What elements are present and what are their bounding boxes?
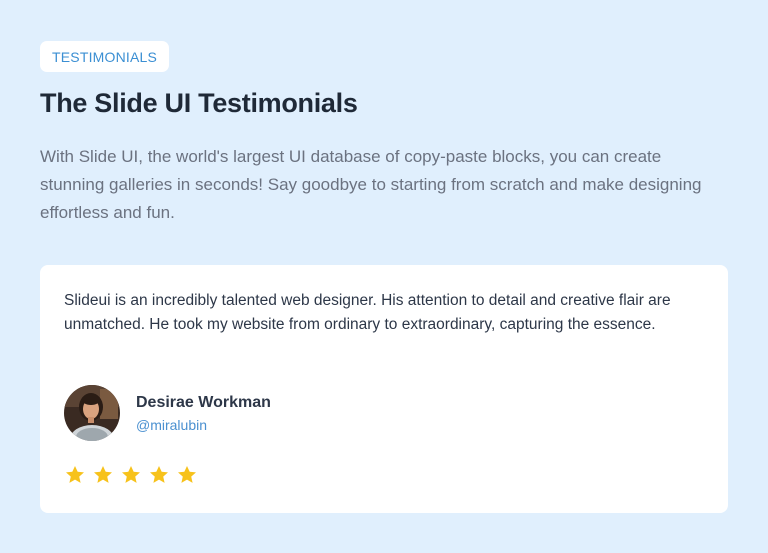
- star-icon: [94, 466, 112, 483]
- star-rating: [64, 464, 198, 486]
- avatar-photo-icon: [64, 385, 120, 441]
- section-badge: TESTIMONIALS: [40, 41, 170, 72]
- star-icon: [66, 466, 84, 483]
- testimonials-section: TESTIMONIALS The Slide UI Testimonials W…: [0, 0, 768, 553]
- author-name: Desirae Workman: [136, 394, 271, 411]
- author-handle[interactable]: @miralubin: [136, 417, 207, 433]
- star-icon: [150, 466, 168, 483]
- star-icon: [178, 466, 196, 483]
- star-icon: [122, 466, 140, 483]
- testimonial-card: Slideui is an incredibly talented web de…: [40, 265, 728, 513]
- section-description: With Slide UI, the world's largest UI da…: [40, 147, 702, 222]
- page-title: The Slide UI Testimonials: [40, 88, 358, 118]
- testimonial-quote: Slideui is an incredibly talented web de…: [64, 292, 671, 333]
- avatar: [64, 385, 120, 441]
